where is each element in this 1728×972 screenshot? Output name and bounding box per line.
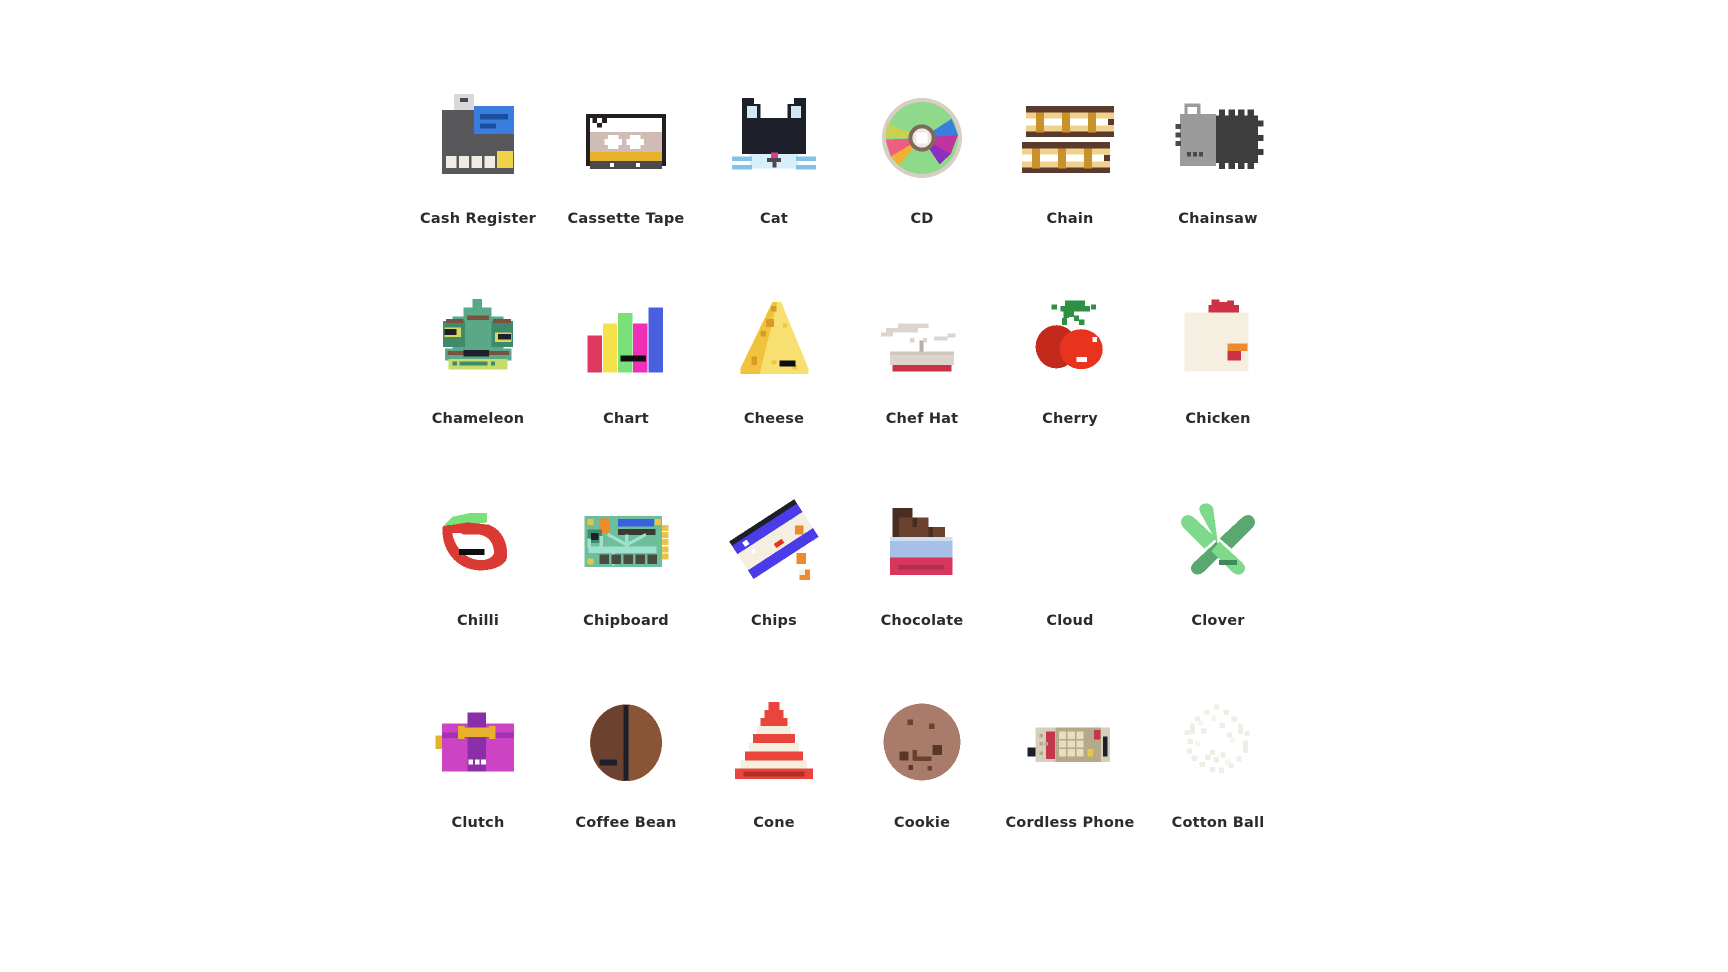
chart-icon: [574, 286, 678, 390]
cd-icon: [870, 86, 974, 190]
icon-label: Chainsaw: [1178, 211, 1258, 227]
icon-label: Cone: [753, 815, 795, 831]
icon-label: Cloud: [1046, 613, 1094, 629]
chocolate-icon: [870, 488, 974, 592]
icon-cell-cordless-phone[interactable]: Cordless Phone: [996, 678, 1144, 880]
icon-cell-cash-register[interactable]: Cash Register: [404, 72, 552, 274]
chicken-icon: [1166, 286, 1270, 390]
icon-cell-chainsaw[interactable]: Chainsaw: [1144, 72, 1292, 274]
chips-icon: [722, 488, 826, 592]
icon-cell-cone[interactable]: Cone: [700, 678, 848, 880]
icon-cell-chipboard[interactable]: Chipboard: [552, 476, 700, 678]
icon-label: Chart: [603, 411, 649, 427]
icon-cell-chilli[interactable]: Chilli: [404, 476, 552, 678]
icon-label: Chicken: [1185, 411, 1251, 427]
icon-cell-chain[interactable]: Chain: [996, 72, 1144, 274]
icon-grid: Cash Register Cassette Tape Cat CD Chain…: [404, 72, 1324, 880]
clutch-icon: [426, 690, 530, 794]
icon-cell-clutch[interactable]: Clutch: [404, 678, 552, 880]
chain-icon: [1018, 86, 1122, 190]
icon-label: Cotton Ball: [1171, 815, 1265, 831]
cherry-icon: [1018, 286, 1122, 390]
icon-cell-cloud[interactable]: Cloud: [996, 476, 1144, 678]
icon-label: Coffee Bean: [575, 815, 677, 831]
chameleon-icon: [426, 286, 530, 390]
cat-icon: [722, 86, 826, 190]
icon-label: Chain: [1046, 211, 1094, 227]
icon-cell-clover[interactable]: Clover: [1144, 476, 1292, 678]
icon-cell-cassette-tape[interactable]: Cassette Tape: [552, 72, 700, 274]
icon-gallery: Cash Register Cassette Tape Cat CD Chain…: [0, 0, 1728, 972]
icon-label: CD: [910, 211, 934, 227]
icon-label: Chips: [751, 613, 797, 629]
cordless-phone-icon: [1018, 690, 1122, 794]
icon-label: Clover: [1191, 613, 1245, 629]
icon-label: Chocolate: [880, 613, 964, 629]
icon-cell-chips[interactable]: Chips: [700, 476, 848, 678]
icon-cell-cd[interactable]: CD: [848, 72, 996, 274]
chipboard-icon: [574, 488, 678, 592]
icon-label: Cookie: [893, 815, 951, 831]
icon-cell-chart[interactable]: Chart: [552, 274, 700, 476]
icon-label: Chameleon: [431, 411, 525, 427]
cloud-icon: [1018, 488, 1122, 592]
coffee-bean-icon: [574, 690, 678, 794]
icon-label: Cassette Tape: [567, 211, 685, 227]
icon-label: Cat: [760, 211, 788, 227]
icon-cell-cotton-ball[interactable]: Cotton Ball: [1144, 678, 1292, 880]
cotton-ball-icon: [1166, 690, 1270, 794]
chainsaw-icon: [1166, 86, 1270, 190]
cash-register-icon: [426, 86, 530, 190]
cookie-icon: [870, 690, 974, 794]
icon-cell-chocolate[interactable]: Chocolate: [848, 476, 996, 678]
icon-cell-chicken[interactable]: Chicken: [1144, 274, 1292, 476]
icon-cell-chameleon[interactable]: Chameleon: [404, 274, 552, 476]
icon-label: Clutch: [451, 815, 505, 831]
cheese-icon: [722, 286, 826, 390]
icon-label: Chilli: [456, 613, 500, 629]
icon-label: Cheese: [743, 411, 805, 427]
chilli-icon: [426, 488, 530, 592]
icon-label: Cordless Phone: [1005, 815, 1135, 831]
icon-label: Chipboard: [583, 613, 669, 629]
cassette-tape-icon: [574, 86, 678, 190]
icon-label: Cherry: [1042, 411, 1098, 427]
clover-icon: [1166, 488, 1270, 592]
icon-label: Cash Register: [420, 211, 536, 227]
icon-cell-coffee-bean[interactable]: Coffee Bean: [552, 678, 700, 880]
icon-cell-cherry[interactable]: Cherry: [996, 274, 1144, 476]
icon-cell-cat[interactable]: Cat: [700, 72, 848, 274]
icon-label: Chef Hat: [885, 411, 959, 427]
cone-icon: [722, 690, 826, 794]
icon-cell-chef-hat[interactable]: Chef Hat: [848, 274, 996, 476]
icon-cell-cookie[interactable]: Cookie: [848, 678, 996, 880]
chef-hat-icon: [870, 286, 974, 390]
icon-cell-cheese[interactable]: Cheese: [700, 274, 848, 476]
